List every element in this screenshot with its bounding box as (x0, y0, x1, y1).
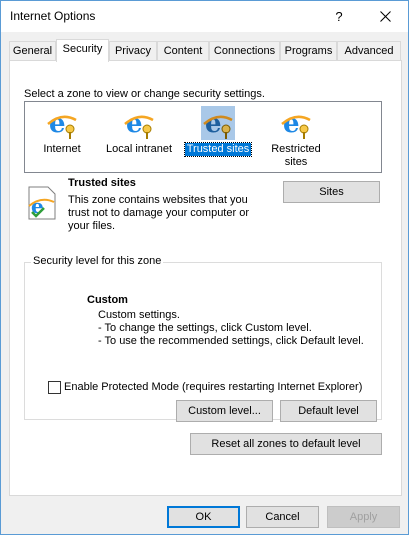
zone-info-description-line: your files. (68, 220, 116, 232)
zone-info-title: Trusted sites (68, 177, 136, 189)
title-bar: Internet Options ? (1, 1, 408, 32)
tab-programs[interactable]: Programs (280, 41, 337, 61)
svg-text:e: e (205, 109, 222, 139)
custom-level-button[interactable]: Custom level... (176, 400, 273, 422)
default-level-button-label: Default level (298, 405, 359, 417)
security-level-line: - To change the settings, click Custom l… (98, 322, 312, 334)
default-level-button[interactable]: Default level (280, 400, 377, 422)
tab-label: Privacy (114, 45, 152, 57)
internet-zone-icon: e (47, 109, 77, 139)
sites-button-label: Sites (319, 186, 344, 198)
sites-button[interactable]: Sites (283, 181, 380, 203)
zone-internet[interactable]: e Internet (31, 106, 93, 156)
tab-security[interactable]: Security (56, 39, 109, 62)
zone-label: Internet (43, 143, 81, 155)
local-intranet-zone-icon: e (124, 109, 154, 139)
security-level-line: Custom settings. (98, 309, 180, 321)
zone-prompt: Select a zone to view or change security… (24, 88, 265, 100)
ok-button[interactable]: OK (167, 506, 240, 528)
trusted-sites-info-icon: e (28, 186, 56, 220)
zone-restricted-sites[interactable]: e Restricted sites (263, 106, 329, 169)
close-icon (379, 11, 391, 22)
ok-button-label: OK (195, 511, 212, 523)
tab-label: Advanced (344, 45, 394, 57)
cancel-button[interactable]: Cancel (246, 506, 319, 528)
apply-button[interactable]: Apply (327, 506, 400, 528)
protected-mode-checkbox[interactable] (48, 381, 61, 394)
zone-label: Restricted sites (271, 143, 321, 168)
zone-trusted-sites[interactable]: e Trusted sites (181, 106, 255, 157)
security-level-group-title: Security level for this zone (31, 255, 164, 267)
window-title: Internet Options (10, 9, 96, 23)
reset-all-zones-button[interactable]: Reset all zones to default level (190, 433, 382, 455)
security-level-line: - To use the recommended settings, click… (98, 335, 364, 347)
tab-label: Content (163, 45, 203, 57)
tab-content[interactable]: Content (157, 41, 209, 61)
protected-mode-label: Enable Protected Mode (requires restarti… (64, 381, 363, 393)
zone-info-description-line: trust not to damage your computer or (68, 207, 249, 219)
tab-label: General (12, 45, 53, 57)
trusted-sites-zone-icon: e (201, 106, 235, 140)
help-icon: ? (335, 9, 343, 24)
tab-label: Security (62, 43, 103, 55)
reset-all-zones-button-label: Reset all zones to default level (211, 438, 361, 450)
zone-label: Local intranet (105, 143, 173, 155)
cancel-button-label: Cancel (265, 511, 300, 523)
zone-local-intranet[interactable]: e Local intranet (101, 106, 177, 156)
internet-options-window: Internet Options ? General Security Priv… (0, 0, 409, 535)
svg-text:e: e (126, 109, 143, 139)
tab-general[interactable]: General (9, 41, 56, 61)
help-button[interactable]: ? (316, 1, 362, 32)
close-button[interactable] (362, 1, 408, 32)
security-tab-panel: Select a zone to view or change security… (9, 60, 402, 496)
restricted-sites-zone-icon: e (281, 109, 311, 139)
tab-privacy[interactable]: Privacy (109, 41, 157, 61)
security-level-title: Custom (87, 294, 128, 306)
zone-label: Trusted sites (183, 142, 253, 157)
zone-info-description-line: This zone contains websites that you (68, 194, 248, 206)
apply-button-label: Apply (349, 511, 378, 523)
tab-label: Programs (284, 45, 333, 57)
tab-connections[interactable]: Connections (209, 41, 280, 61)
custom-level-button-label: Custom level... (188, 405, 261, 417)
svg-text:e: e (49, 109, 66, 139)
zone-list: e Internet e Local intranet e Trusted si… (24, 101, 382, 173)
tab-advanced[interactable]: Advanced (337, 41, 401, 61)
tab-label: Connections (213, 45, 276, 57)
tab-strip: General Security Privacy Content Connect… (9, 39, 401, 62)
svg-text:e: e (283, 109, 300, 139)
